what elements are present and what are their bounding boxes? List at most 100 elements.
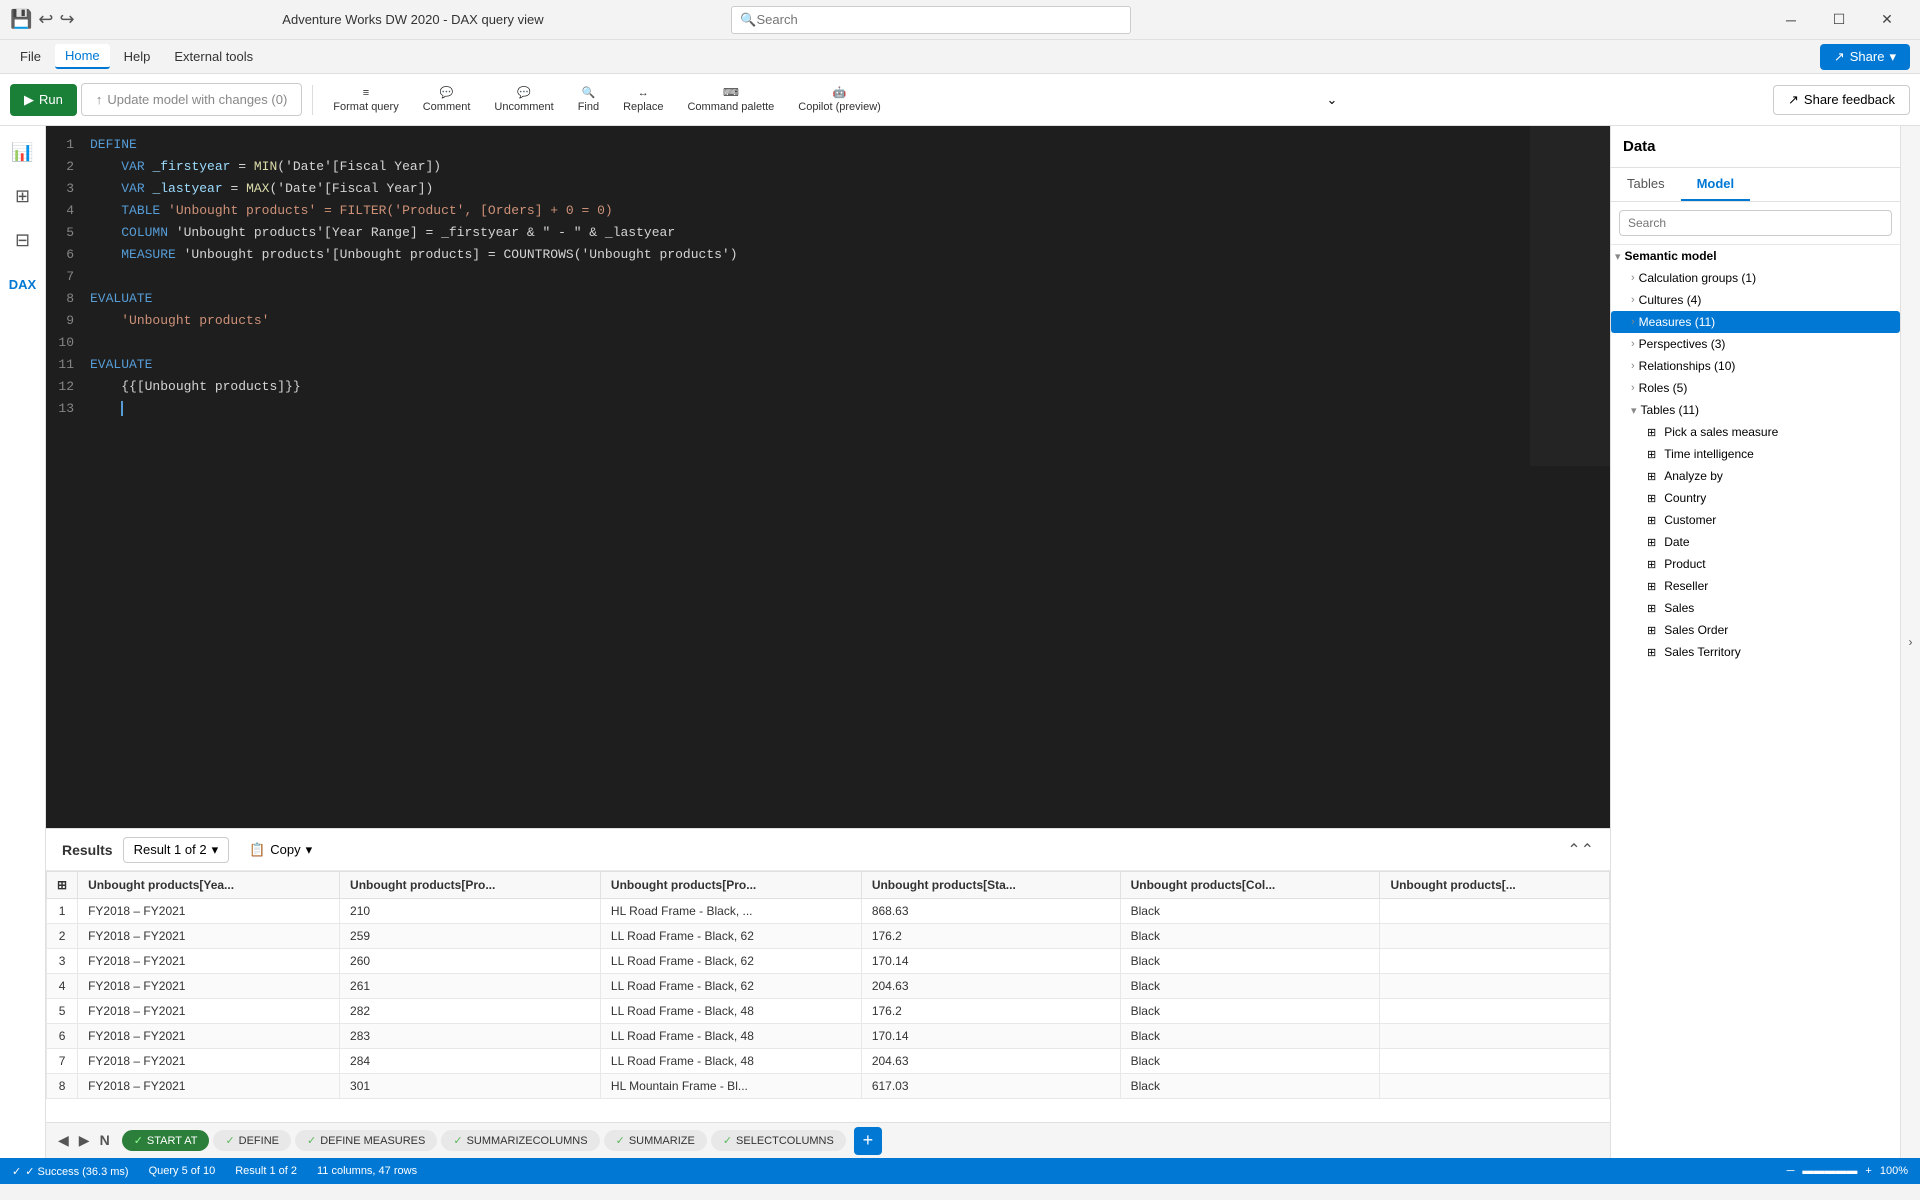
tree-item-measures-(11)[interactable]: › Measures (11) [1611,311,1900,333]
zoom-minus-icon[interactable]: ─ [1787,1165,1795,1177]
right-panel-search[interactable] [1611,202,1900,245]
rp-tab-model[interactable]: Model [1681,168,1751,201]
menu-file[interactable]: File [10,45,51,68]
line-number: 9 [46,313,86,333]
tab-define[interactable]: ✓ DEFINE [213,1130,291,1151]
comment-button[interactable]: 💬 Comment [413,82,481,117]
search-bar[interactable]: 🔍 [731,6,1131,34]
save-area[interactable]: 💾 ↩ ↪ [10,9,75,30]
code-line-7: 7 [46,268,1610,290]
tree-item-sales[interactable]: ⊞ Sales [1611,597,1900,619]
tab-start-at[interactable]: ✓ START AT [122,1130,210,1151]
share-button[interactable]: ↗ Share ▾ [1820,44,1910,70]
tree-item-sales-territory[interactable]: ⊞ Sales Territory [1611,641,1900,663]
tree-item-reseller[interactable]: ⊞ Reseller [1611,575,1900,597]
format-query-button[interactable]: ≡ Format query [323,83,408,117]
zoom-slider[interactable]: ▬▬▬▬▬ [1802,1165,1857,1177]
menu-home[interactable]: Home [55,44,110,69]
menu-help[interactable]: Help [114,45,161,68]
rp-tab-tables[interactable]: Tables [1611,168,1681,201]
ribbon-more-button[interactable]: ⌄ [1318,88,1345,112]
tab-select-columns[interactable]: ✓ SELECTCOLUMNS [711,1130,846,1151]
tree-item-date[interactable]: ⊞ Date [1611,531,1900,553]
tab-nav-arrows[interactable]: ◀ ▶ N [54,1130,114,1151]
results-table-wrap[interactable]: ⊞ Unbought products[Yea... Unbought prod… [46,871,1610,1122]
right-panel-search-input[interactable] [1619,210,1892,236]
tree-item-roles-(5)[interactable]: › Roles (5) [1611,377,1900,399]
redo-icon[interactable]: ↪ [60,9,75,30]
update-model-button[interactable]: ↑ Update model with changes (0) [81,83,302,116]
col-header-2[interactable]: Unbought products[Pro... [600,872,861,899]
tree-item-product[interactable]: ⊞ Product [1611,553,1900,575]
add-tab-button[interactable]: + [854,1127,882,1155]
table-cell: 204.63 [861,974,1120,999]
col-header-4[interactable]: Unbought products[Col... [1120,872,1380,899]
tree-item-cultures-(4)[interactable]: › Cultures (4) [1611,289,1900,311]
results-title: Results [62,842,113,858]
sidebar-icon-bar-chart[interactable]: 📊 [5,134,41,170]
menu-external-tools[interactable]: External tools [164,45,263,68]
result-selector[interactable]: Result 1 of 2 ▾ [123,837,230,863]
code-line-8: 8EVALUATE [46,290,1610,312]
share-icon: ↗ [1834,49,1845,65]
tree-item-semantic-model[interactable]: ▾ Semantic model [1611,245,1900,267]
tab-nav-n[interactable]: N [96,1130,114,1151]
tree-item-calculation-groups-(1)[interactable]: › Calculation groups (1) [1611,267,1900,289]
tree-item-sales-order[interactable]: ⊞ Sales Order [1611,619,1900,641]
results-panel: Results Result 1 of 2 ▾ 📋 Copy ▾ ⌃⌃ ⊞ [46,828,1610,1158]
columns-label: 11 columns, 47 rows [317,1165,417,1177]
line-number: 13 [46,401,86,421]
tree-arrow-icon: › [1631,272,1635,284]
search-input[interactable] [757,12,1123,27]
table-cell: 260 [340,949,601,974]
run-button[interactable]: ▶ Run [10,84,77,116]
table-header-row: ⊞ Unbought products[Yea... Unbought prod… [47,872,1610,899]
copy-button[interactable]: 📋 Copy ▾ [239,838,322,862]
tab-summarize[interactable]: ✓ SUMMARIZE [604,1130,707,1151]
share-label: Share [1850,49,1885,64]
col-header-5[interactable]: Unbought products[... [1380,872,1610,899]
uncomment-button[interactable]: 💬 Uncomment [484,82,563,117]
code-editor[interactable]: 1DEFINE2 VAR _firstyear = MIN('Date'[Fis… [46,126,1610,828]
tree-item-pick-a-sales-measure[interactable]: ⊞ Pick a sales measure [1611,421,1900,443]
col-header-1[interactable]: Unbought products[Pro... [340,872,601,899]
command-palette-button[interactable]: ⌨ Command palette [677,82,784,117]
sidebar-icon-table[interactable]: ⊞ [5,178,41,214]
replace-button[interactable]: ↔ Replace [613,83,673,117]
tree-arrow-icon: ▾ [1631,404,1637,417]
uncomment-icon: 💬 [517,86,531,99]
minimize-button[interactable]: ─ [1768,5,1814,35]
tree-item-relationships-(10)[interactable]: › Relationships (10) [1611,355,1900,377]
window-title: Adventure Works DW 2020 - DAX query view [95,12,732,27]
tree-item-analyze-by[interactable]: ⊞ Analyze by [1611,465,1900,487]
col-header-3[interactable]: Unbought products[Sta... [861,872,1120,899]
col-header-0[interactable]: Unbought products[Yea... [78,872,340,899]
tree-item-tables-(11)[interactable]: ▾ Tables (11) [1611,399,1900,421]
tree-item-customer[interactable]: ⊞ Customer [1611,509,1900,531]
sidebar-icon-model[interactable]: ⊟ [5,222,41,258]
tree-item-time-intelligence[interactable]: ⊞ Time intelligence [1611,443,1900,465]
tree-table-icon: ⊞ [1647,624,1656,637]
tab-prev-icon[interactable]: ◀ [54,1130,73,1151]
zoom-plus-icon[interactable]: + [1865,1165,1871,1177]
table-cell: 284 [340,1049,601,1074]
window-controls[interactable]: ─ ☐ ✕ [1768,5,1910,35]
sidebar-icon-dax[interactable]: DAX [5,266,41,302]
save-icon[interactable]: 💾 [10,9,32,30]
restore-button[interactable]: ☐ [1816,5,1862,35]
tree-item-perspectives-(3)[interactable]: › Perspectives (3) [1611,333,1900,355]
close-button[interactable]: ✕ [1864,5,1910,35]
tab-start-at-check-icon: ✓ [134,1134,143,1147]
undo-icon[interactable]: ↩ [38,9,53,30]
tab-define-measures[interactable]: ✓ DEFINE MEASURES [295,1130,437,1151]
tree-item-country[interactable]: ⊞ Country [1611,487,1900,509]
collapse-results-button[interactable]: ⌃⌃ [1567,840,1594,860]
copilot-button[interactable]: 🤖 Copilot (preview) [788,82,891,117]
table-cell: LL Road Frame - Black, 48 [600,1049,861,1074]
find-button[interactable]: 🔍 Find [568,82,609,117]
status-query: Query 5 of 10 [149,1165,216,1177]
tab-summarize-columns[interactable]: ✓ SUMMARIZECOLUMNS [441,1130,599,1151]
right-panel-expander[interactable]: › [1900,126,1920,1158]
tab-next-icon[interactable]: ▶ [75,1130,94,1151]
share-feedback-button[interactable]: ↗ Share feedback [1773,85,1910,115]
